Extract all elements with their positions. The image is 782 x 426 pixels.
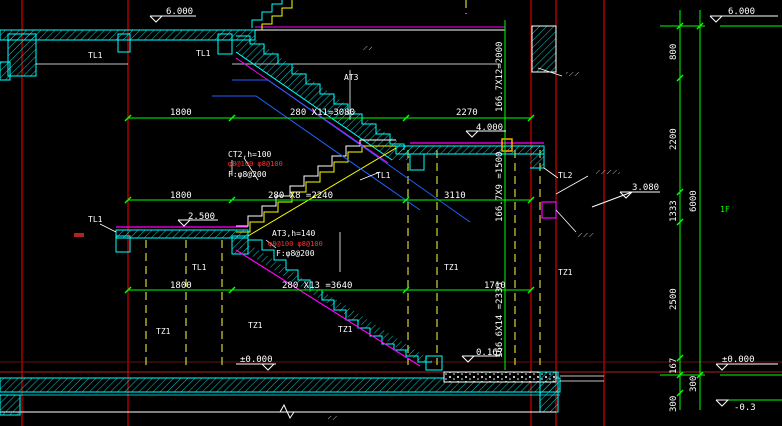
label-tl1-c: TL1 — [376, 171, 391, 180]
cad-drawing-canvas[interactable]: 6.000 6.000 4.000 2.500 ±0.000 ±0.000 0.… — [0, 0, 782, 426]
level-landing-low: 2.500 — [188, 212, 215, 222]
label-tz1-e: TZ1 — [338, 325, 353, 334]
dim-r167: 167 — [669, 358, 679, 374]
dim-v-mid: 166.7X9 =1500 — [495, 152, 505, 222]
label-tz1-d: TZ1 — [558, 268, 573, 277]
dim-run-1800-c: 1800 — [170, 281, 192, 291]
dim-r2200: 2200 — [669, 128, 679, 150]
dim-2270: 2270 — [456, 108, 478, 118]
ground-floor — [0, 371, 604, 420]
rebar-at3b: φ8@100 φ8@100 — [268, 240, 323, 248]
dim-flight-mid: 280 X8 =2240 — [268, 191, 333, 201]
dim-r2500: 2500 — [669, 288, 679, 310]
dim-run-1800-a: 1800 — [170, 108, 192, 118]
dim-r800: 800 — [669, 44, 679, 60]
rebar-ct2: φ8@100 φ8@100 — [228, 160, 283, 168]
level-markers — [149, 15, 778, 407]
dim-r6000: 6000 — [689, 190, 699, 212]
dim-flight-upper: 280 X11=3080 — [290, 108, 355, 118]
landing-4000 — [395, 138, 545, 171]
landing-2500 — [115, 226, 249, 255]
label-tl1-a: TL1 — [88, 51, 103, 60]
level-top-left: 6.000 — [166, 7, 193, 17]
dim-r300b: 300 — [669, 396, 679, 412]
label-tz1-b: TZ1 — [248, 321, 263, 330]
dim-v-low: 166.6X14 =2333 — [495, 282, 505, 358]
dim-v-upper: 166.7X12=2000 — [495, 42, 505, 112]
level-ground: ±0.000 — [240, 355, 273, 365]
dim-run-1800-b: 1800 — [170, 191, 192, 201]
label-tz1-c: TZ1 — [444, 263, 459, 272]
level-landing-mid: 4.000 — [476, 123, 503, 133]
label-ct2-f: F:φ8@200 — [228, 170, 267, 179]
label-tl1-e: TL1 — [192, 263, 207, 272]
level-beam: 3.080 — [632, 183, 659, 193]
level-below: -0.3 — [734, 403, 756, 413]
label-at3: AT3 — [344, 73, 359, 82]
label-at3b: AT3,h=140 — [272, 229, 316, 238]
label-axis-1f: 1F — [720, 205, 730, 214]
dim-r1333: 1333 — [669, 200, 679, 222]
label-ct2: CT2,h=100 — [228, 150, 272, 159]
level-ground-right: ±0.000 — [722, 355, 755, 365]
label-tz1-a: TZ1 — [156, 327, 171, 336]
label-tl1-d: TL1 — [88, 215, 103, 224]
stair-top-remnant — [251, 0, 293, 30]
dim-3110: 3110 — [444, 191, 466, 201]
label-tl2: TL2 — [558, 171, 573, 180]
label-tl1-b: TL1 — [196, 49, 211, 58]
dim-flight-low: 280 X13 =3640 — [282, 281, 352, 291]
flight-upper — [235, 35, 410, 164]
label-at3b-f: F:φ8@200 — [276, 249, 315, 258]
level-top-right: 6.000 — [728, 7, 755, 17]
dim-r300: 300 — [689, 376, 699, 392]
right-column — [531, 25, 557, 219]
flight-lower — [235, 239, 443, 371]
